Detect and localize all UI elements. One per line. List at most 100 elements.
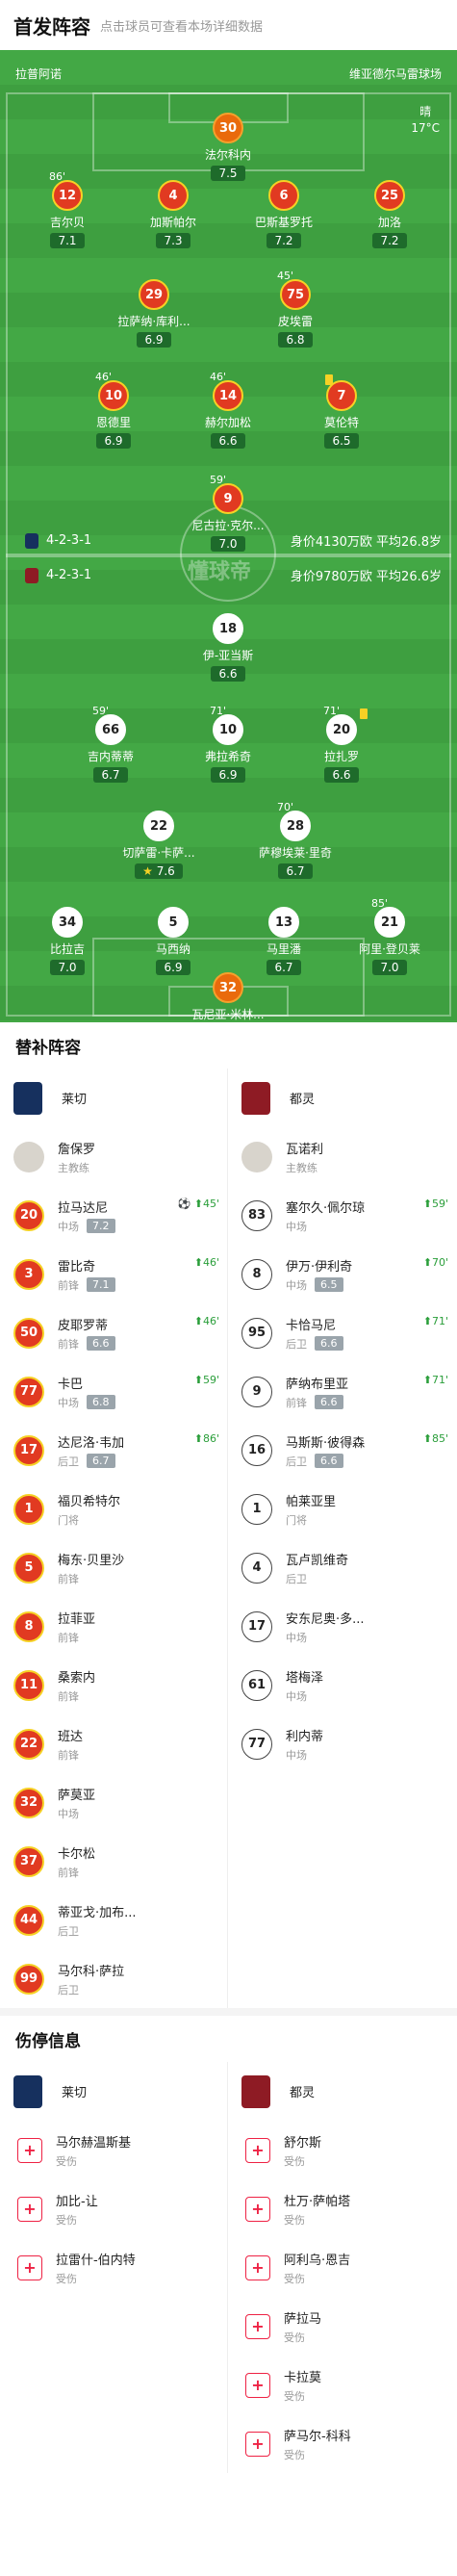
jersey-number: 10 (213, 714, 243, 745)
sub-player-row[interactable]: 20 拉马达尼 中场 7.2 ⚽ ⬆45' (0, 1186, 227, 1245)
player-rating: 6.5 (315, 1277, 343, 1292)
pitch-player[interactable]: 34 比拉吉 7.0 (24, 907, 111, 975)
torino-logo-icon (241, 2074, 270, 2108)
injury-row[interactable]: + 杜万·萨帕塔 受伤 (228, 2179, 456, 2238)
pitch-player[interactable]: 6 巴斯基罗托 7.2 (241, 180, 327, 248)
sub-player-row[interactable]: 50 皮耶罗蒂 前锋 6.6 ⬆46' (0, 1303, 227, 1362)
lineup-header: 首发阵容 点击球员可查看本场详细数据 (0, 0, 457, 50)
substitution-icon: 46' (95, 371, 113, 383)
torino-coach-row[interactable]: 瓦诺利 主教练 (228, 1127, 456, 1186)
rating-badge: 6.7 (93, 767, 128, 783)
sub-player-row[interactable]: 37 卡尔松 前锋 (0, 1832, 227, 1891)
player-name: 恩德里 (95, 416, 131, 429)
player-rating: 6.9 (164, 961, 183, 974)
pitch-player[interactable]: 32瓦尼亚·米林...7.4 (185, 972, 271, 1022)
sub-player-row[interactable]: 4 瓦卢凯维奇 后卫 (228, 1538, 456, 1597)
sub-player-row[interactable]: 8 拉菲亚 前锋 (0, 1597, 227, 1656)
jersey-number: 22 (143, 811, 174, 841)
player-name: 切萨雷·卡萨... (122, 846, 195, 860)
shirt-number: 4 (241, 1552, 272, 1584)
sub-player-row[interactable]: 1 帕莱亚里 门将 (228, 1480, 456, 1538)
pitch-player[interactable]: 12 86' 吉尔贝 7.1 (24, 170, 111, 248)
player-name: 比拉吉 (49, 942, 85, 956)
injury-row[interactable]: + 加比-让 受伤 (0, 2179, 227, 2238)
player-rating: 6.6 (218, 434, 238, 448)
pitch-player[interactable]: 5 马西纳 6.9 (130, 907, 216, 975)
pitch-player[interactable]: 21 85' 阿里·登贝莱 7.0 (346, 897, 433, 975)
sub-player-row[interactable]: 95 卡恰马尼 后卫 6.6 ⬆71' (228, 1303, 456, 1362)
player-rating: 7.0 (380, 961, 399, 974)
injury-row[interactable]: + 萨拉马 受伤 (228, 2297, 456, 2356)
sub-player-row[interactable]: 32 萨莫亚 中场 (0, 1773, 227, 1832)
pitch-player[interactable]: 20 71' 拉扎罗 6.6 (298, 705, 385, 783)
player-name: 卡巴 (58, 1377, 84, 1392)
sub-player-row[interactable]: 22 班达 前锋 (0, 1714, 227, 1773)
lecce-team-row[interactable]: 莱切 (0, 1069, 227, 1127)
injury-row[interactable]: + 舒尔斯 受伤 (228, 2121, 456, 2179)
sub-player-row[interactable]: 83 塞尔久·佩尔琼 中场 ⬆59' (228, 1186, 456, 1245)
substitution-icon: 71' (210, 705, 227, 717)
player-name: 拉马达尼 (58, 1200, 109, 1216)
torino-formation: 4-2-3-1 (46, 568, 92, 582)
subs-title: 替补阵容 (15, 1038, 81, 1058)
pitch-player[interactable]: 10 71' 弗拉希奇 6.9 (185, 705, 271, 783)
injury-row[interactable]: + 拉雷什-伯内特 受伤 (0, 2238, 227, 2297)
player-position: 后卫 (58, 1983, 79, 1996)
lecce-badge-icon (25, 532, 38, 549)
shirt-number: 61 (241, 1669, 272, 1701)
player-position: 中场 (58, 1396, 79, 1409)
sub-player-row[interactable]: 1 福贝希特尔 门将 (0, 1480, 227, 1538)
pitch-player[interactable]: 29 拉萨纳·库利... 6.9 (111, 279, 197, 348)
jersey-number: 13 (268, 907, 299, 938)
rating-badge: 7.2 (372, 233, 407, 248)
pitch-player[interactable]: 66 59' 吉内蒂蒂 6.7 (67, 705, 154, 783)
sub-player-row[interactable]: 77 卡巴 中场 6.8 ⬆59' (0, 1362, 227, 1421)
sub-player-row[interactable]: 77 利内蒂 中场 (228, 1714, 456, 1773)
pitch-player[interactable]: 75 45' 皮埃雷 6.8 (252, 270, 339, 348)
injury-row[interactable]: + 阿利乌·恩吉 受伤 (228, 2238, 456, 2297)
pitch-player[interactable]: 4 加斯帕尔 7.3 (130, 180, 216, 248)
injury-row[interactable]: + 萨马尔-科科 受伤 (228, 2414, 456, 2473)
player-name: 皮耶罗蒂 (58, 1318, 109, 1333)
player-name: 达尼洛·韦加 (58, 1435, 125, 1451)
injury-row[interactable]: + 卡拉莫 受伤 (228, 2356, 456, 2414)
substitution-icon: 71' (323, 705, 341, 717)
rating-badge: 6.9 (211, 767, 245, 783)
sub-player-row[interactable]: 11 桑索内 前锋 (0, 1656, 227, 1714)
sub-player-row[interactable]: 99 马尔科·萨拉 后卫 (0, 1949, 227, 2008)
player-rating: 6.7 (101, 768, 120, 782)
jersey-number: 10 (98, 380, 129, 411)
sub-player-row[interactable]: 8 伊万·伊利奇 中场 6.5 ⬆70' (228, 1245, 456, 1303)
pitch-player[interactable]: 30 法尔科内 7.5 (185, 113, 271, 181)
pitch-player[interactable]: 14 46' 赫尔加松 6.6 (185, 371, 271, 449)
pitch-player[interactable]: 28 70' 萨穆埃莱·里奇 6.7 (252, 801, 339, 879)
player-position: 前锋 (58, 1337, 79, 1351)
pitch-player[interactable]: 22 切萨雷·卡萨... ★ 7.6 (115, 811, 202, 879)
shirt-number: 77 (13, 1376, 44, 1407)
player-name: 萨莫亚 (58, 1788, 96, 1803)
page-subtitle: 点击球员可查看本场详细数据 (100, 19, 264, 35)
sub-player-row[interactable]: 44 蒂亚戈·加布... 后卫 (0, 1891, 227, 1949)
torino-team-row[interactable]: 都灵 (228, 2062, 456, 2121)
player-rating: 6.6 (315, 1454, 343, 1468)
pitch-player[interactable]: 13 马里潘 6.7 (241, 907, 327, 975)
lecce-team-row[interactable]: 莱切 (0, 2062, 227, 2121)
sub-player-row[interactable]: 9 萨纳布里亚 前锋 6.6 ⬆71' (228, 1362, 456, 1421)
sub-player-row[interactable]: 3 雷比奇 前锋 7.1 ⬆46' (0, 1245, 227, 1303)
sub-player-row[interactable]: 17 达尼洛·韦加 后卫 6.7 ⬆86' (0, 1421, 227, 1480)
sub-player-row[interactable]: 61 塔梅泽 中场 (228, 1656, 456, 1714)
shirt-number: 95 (241, 1317, 272, 1349)
injury-row[interactable]: + 马尔赫温斯基 受伤 (0, 2121, 227, 2179)
lecce-coach-row[interactable]: 詹保罗 主教练 (0, 1127, 227, 1186)
pitch-player[interactable]: 25 加洛 7.2 (346, 180, 433, 248)
sub-player-row[interactable]: 5 梅东·贝里沙 前锋 (0, 1538, 227, 1597)
player-rating: 6.8 (87, 1395, 115, 1409)
injury-status: 受伤 (284, 2213, 305, 2227)
pitch-player[interactable]: 18 伊-亚当斯 6.6 (185, 613, 271, 682)
pitch-player[interactable]: 10 46' 恩德里 6.9 (70, 371, 157, 449)
sub-player-row[interactable]: 16 马斯斯·彼得森 后卫 6.6 ⬆85' (228, 1421, 456, 1480)
page-title: 首发阵容 (13, 14, 90, 39)
torino-team-row[interactable]: 都灵 (228, 1069, 456, 1127)
sub-player-row[interactable]: 17 安东尼奥·多... 中场 (228, 1597, 456, 1656)
pitch-player[interactable]: 7 莫伦特 6.5 (298, 374, 385, 449)
